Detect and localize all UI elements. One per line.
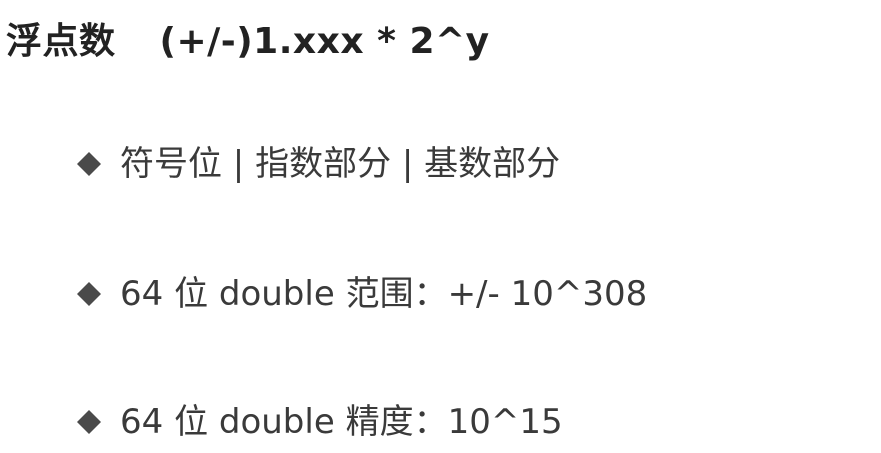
- bullet-item-range: 64 位 double 范围：+/- 10^308: [76, 272, 647, 316]
- diamond-bullet-icon: [76, 409, 102, 435]
- bullet-item-structure: 符号位 | 指数部分 | 基数部分: [76, 142, 560, 186]
- slide: 浮点数 (+/-)1.xxx * 2^y 符号位 | 指数部分 | 基数部分 64…: [0, 0, 881, 453]
- bullet-item-precision: 64 位 double 精度：10^15: [76, 400, 563, 444]
- diamond-bullet-icon: [76, 151, 102, 177]
- diamond-bullet-icon: [76, 281, 102, 307]
- title-chinese: 浮点数: [6, 21, 116, 62]
- bullet-text: 64 位 double 范围：+/- 10^308: [120, 274, 648, 314]
- title-formula: (+/-)1.xxx * 2^y: [159, 21, 490, 62]
- bullet-text: 符号位 | 指数部分 | 基数部分: [120, 144, 561, 184]
- page-title: 浮点数 (+/-)1.xxx * 2^y: [6, 12, 490, 64]
- bullet-text: 64 位 double 精度：10^15: [120, 402, 563, 442]
